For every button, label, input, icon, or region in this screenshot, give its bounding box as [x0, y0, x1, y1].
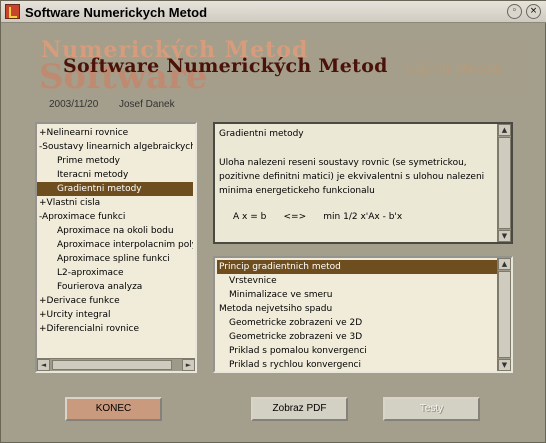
subtopic-item[interactable]: Minimalizace ve smeru: [217, 288, 497, 302]
description-vertical-scrollbar[interactable]: ▲ ▼: [497, 124, 511, 242]
tree-item[interactable]: +Vlastni cisla: [37, 196, 193, 210]
tree-item[interactable]: -Soustavy linearnich algebraickych: [37, 140, 193, 154]
subtopic-item[interactable]: Geometricke zobrazeni ve 2D: [217, 316, 497, 330]
tree-item[interactable]: Prime metody: [37, 154, 193, 168]
tree-item[interactable]: +Diferencialni rovnice: [37, 322, 193, 336]
subtopic-list-items: Princip gradientnich metod Vrstevnice Mini…: [217, 260, 497, 372]
scroll-down-icon[interactable]: ▼: [498, 359, 511, 371]
banner-ghost-text-right: ických Metod: [405, 61, 501, 77]
subtopic-item[interactable]: Vrstevnice: [217, 274, 497, 288]
tree-horizontal-scrollbar[interactable]: ◄ ►: [37, 358, 195, 371]
tree-item[interactable]: -Aproximace funkci: [37, 210, 193, 224]
subtopic-vertical-scrollbar[interactable]: ▲ ▼: [497, 258, 511, 371]
show-pdf-button[interactable]: Zobraz PDF: [251, 397, 348, 421]
app-window: Software Numerickych Metod ◦ × Numerický…: [0, 0, 546, 443]
meta-date: 2003/11/20: [49, 99, 99, 110]
tree-item[interactable]: Fourierova analyza: [37, 280, 193, 294]
pin-button[interactable]: ◦: [507, 4, 522, 19]
subtopic-item[interactable]: Geometricke zobrazeni ve 3D: [217, 330, 497, 344]
scroll-up-icon[interactable]: ▲: [498, 124, 511, 136]
tree-item[interactable]: Aproximace interpolacnim poly: [37, 238, 193, 252]
app-icon: [5, 4, 20, 19]
tree-item[interactable]: +Nelinearni rovnice: [37, 126, 193, 140]
subtopic-item-selected[interactable]: Princip gradientnich metod: [217, 260, 497, 274]
scroll-down-icon[interactable]: ▼: [498, 230, 511, 242]
topic-tree[interactable]: +Nelinearni rovnice -Soustavy linearnich …: [35, 122, 197, 373]
title-bar[interactable]: Software Numerickych Metod ◦ ×: [1, 1, 546, 23]
banner-logo: Numerických Metod Software ických Metod …: [35, 37, 525, 93]
tree-item[interactable]: L2-aproximace: [37, 266, 193, 280]
description-text: Uloha nalezeni reseni soustavy rovnic (s…: [219, 158, 485, 196]
meta-author: Josef Danek: [119, 99, 175, 110]
banner-title: Software Numerických Metod: [63, 55, 388, 77]
tree-item[interactable]: Iteracni metody: [37, 168, 193, 182]
description-formula: A x = b <=> min 1/2 x'Ax - b'x: [233, 212, 403, 222]
topic-tree-list: +Nelinearni rovnice -Soustavy linearnich …: [37, 126, 193, 358]
tree-item[interactable]: +Derivace funkce: [37, 294, 193, 308]
subtopic-item[interactable]: Metoda nejvetsiho spadu: [217, 302, 497, 316]
scroll-left-icon[interactable]: ◄: [37, 359, 50, 371]
scroll-thumb[interactable]: [498, 271, 511, 358]
scroll-thumb[interactable]: [52, 360, 172, 370]
subtopic-item[interactable]: Priklad s rychlou konvergenci: [217, 358, 497, 372]
subtopic-list[interactable]: Princip gradientnich metod Vrstevnice Mini…: [213, 256, 513, 373]
tests-button[interactable]: Testy: [383, 397, 480, 421]
tree-item[interactable]: +Urcity integral: [37, 308, 193, 322]
tree-item-selected[interactable]: Gradientni metody: [37, 182, 193, 196]
scroll-up-icon[interactable]: ▲: [498, 258, 511, 270]
description-box: Gradientni metody Uloha nalezeni reseni …: [213, 122, 513, 244]
scroll-right-icon[interactable]: ►: [182, 359, 195, 371]
close-button[interactable]: ×: [526, 4, 541, 19]
window-title: Software Numerickych Metod: [25, 5, 208, 20]
scroll-thumb[interactable]: [498, 137, 511, 229]
description-title: Gradientni metody: [219, 129, 304, 139]
tree-item[interactable]: Aproximace spline funkci: [37, 252, 193, 266]
tree-item[interactable]: Aproximace na okoli bodu: [37, 224, 193, 238]
subtopic-item[interactable]: Priklad s pomalou konvergenci: [217, 344, 497, 358]
konec-button[interactable]: KONEC: [65, 397, 162, 421]
